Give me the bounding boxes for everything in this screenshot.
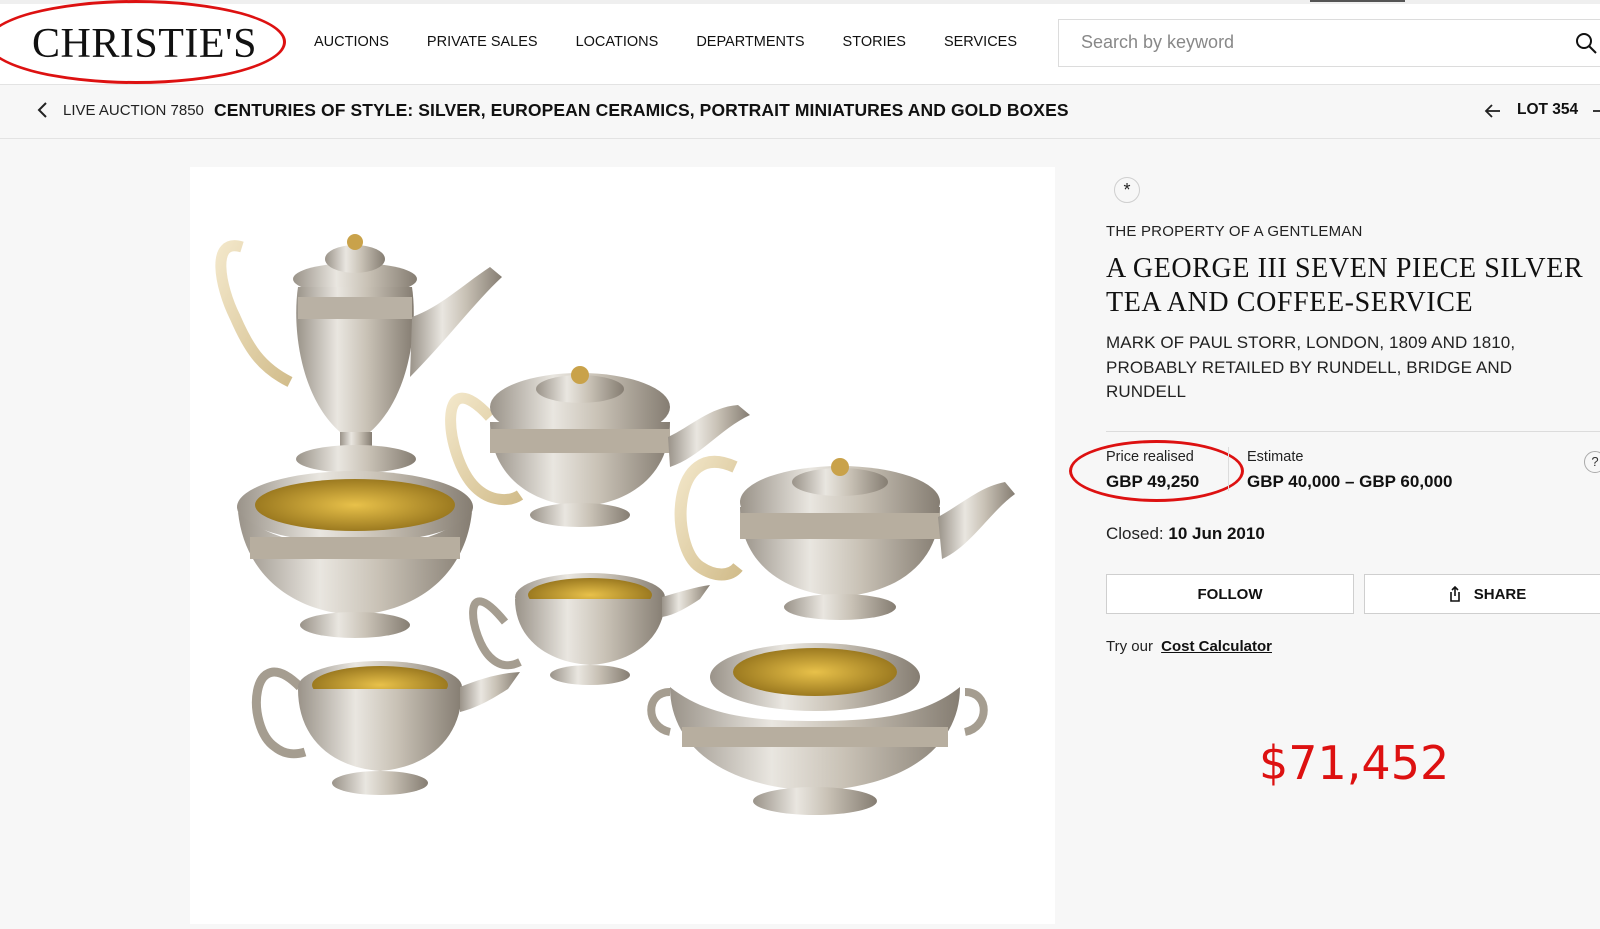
milk-jug <box>251 661 520 795</box>
usd-price-annotation: $71,452 <box>1259 736 1450 790</box>
help-icon[interactable]: ? <box>1584 451 1600 473</box>
follow-button[interactable]: FOLLOW <box>1106 574 1354 614</box>
nav-stories[interactable]: STORIES <box>843 34 906 50</box>
teapot-back <box>445 366 750 527</box>
calc-prefix: Try our <box>1106 638 1153 655</box>
nav-auctions[interactable]: AUCTIONS <box>314 34 389 50</box>
nav-services[interactable]: SERVICES <box>944 34 1017 50</box>
sale-label[interactable]: LIVE AUCTION 7850 <box>63 102 204 119</box>
lot-subtitle: MARK OF PAUL STORR, LONDON, 1809 AND 181… <box>1106 333 1516 401</box>
next-lot-arrow-icon[interactable] <box>1591 103 1600 119</box>
cost-calculator-line: Try our Cost Calculator <box>1106 638 1272 655</box>
back-chevron-icon[interactable] <box>36 100 50 120</box>
estimate-divider <box>1228 447 1229 491</box>
closed-date-value: 10 Jun 2010 <box>1168 524 1265 543</box>
estimate-label: Estimate <box>1247 449 1304 465</box>
closed-date: Closed: 10 Jun 2010 <box>1106 524 1265 544</box>
share-icon <box>1449 586 1460 602</box>
price-highlight-circle <box>1069 440 1244 502</box>
lot-symbol-icon[interactable]: * <box>1114 177 1140 203</box>
search-box <box>1058 19 1600 67</box>
silver-tea-service-illustration <box>215 234 1015 815</box>
teapot-front <box>674 455 1015 620</box>
nav-departments[interactable]: DEPARTMENTS <box>696 34 804 50</box>
cream-jug <box>469 573 710 685</box>
sale-title[interactable]: CENTURIES OF STYLE: SILVER, EUROPEAN CER… <box>214 100 1069 121</box>
search-input[interactable] <box>1079 31 1523 54</box>
closed-label: Closed: <box>1106 524 1164 543</box>
logo-highlight-circle <box>0 0 286 84</box>
search-icon[interactable] <box>1575 32 1597 54</box>
follow-label: FOLLOW <box>1197 585 1263 603</box>
coffee-pot <box>215 234 502 473</box>
nav-private-sales[interactable]: PRIVATE SALES <box>427 34 538 50</box>
main-nav: AUCTIONS PRIVATE SALES LOCATIONS DEPARTM… <box>314 34 1055 50</box>
cost-calculator-link[interactable]: Cost Calculator <box>1161 638 1272 655</box>
estimate-value: GBP 40,000 – GBP 60,000 <box>1247 472 1453 491</box>
lot-title: A GEORGE III SEVEN PIECE SILVER TEA AND … <box>1106 253 1584 318</box>
header-active-indicator <box>1310 0 1405 2</box>
previous-lot-arrow-icon[interactable] <box>1484 103 1502 119</box>
lot-number: LOT 354 <box>1517 101 1579 118</box>
share-button[interactable]: SHARE <box>1364 574 1600 614</box>
share-label: SHARE <box>1473 585 1527 603</box>
lot-image[interactable] <box>190 167 1055 924</box>
nav-locations[interactable]: LOCATIONS <box>576 34 659 50</box>
sugar-bowl <box>647 643 988 815</box>
slop-bowl <box>237 471 473 638</box>
divider <box>1106 431 1600 432</box>
provenance-label: THE PROPERTY OF A GENTLEMAN <box>1106 223 1363 240</box>
